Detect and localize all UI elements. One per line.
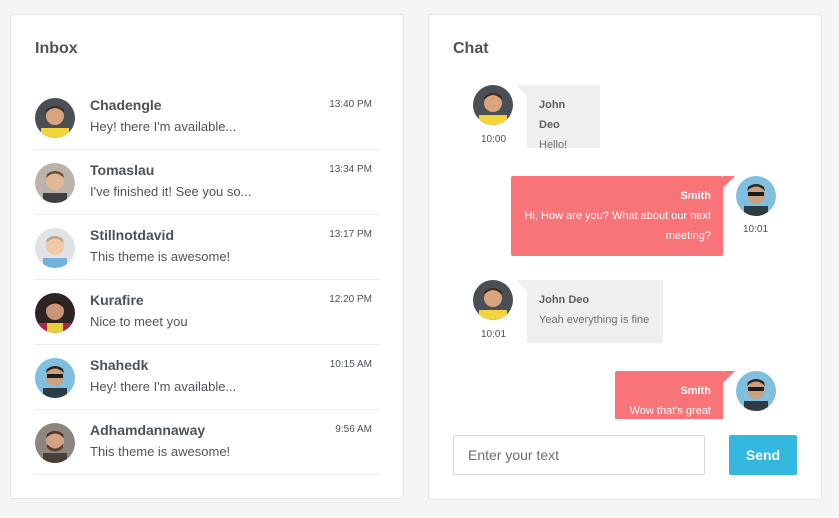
- message-text: meeting?: [665, 230, 711, 242]
- avatar-icon: [35, 98, 75, 138]
- message-time: 10:01: [743, 224, 769, 235]
- message-sender: John Deo: [539, 294, 590, 306]
- chat-message-incoming: John Deo Yeah everything is fine: [527, 280, 663, 343]
- inbox-item-time: 13:40 PM: [329, 99, 372, 110]
- avatar-icon: [473, 85, 513, 125]
- inbox-item-message: Hey! there I'm available...: [90, 379, 237, 394]
- inbox-item[interactable]: Kurafire Nice to meet you 12:20 PM: [35, 280, 380, 345]
- inbox-item-name: Chadengle: [90, 97, 162, 113]
- inbox-item-message: This theme is awesome!: [90, 249, 231, 264]
- inbox-item[interactable]: Tomaslau I've finished it! See you so...…: [35, 150, 380, 215]
- message-text: Hi, How are you? What about our next: [524, 210, 711, 222]
- bubble-tail: [723, 176, 735, 188]
- message-time: 10:00: [481, 134, 507, 145]
- inbox-item-time: 9:56 AM: [335, 424, 372, 435]
- chat-message-outgoing: Smith Hi, How are you? What about our ne…: [511, 176, 723, 256]
- inbox-item[interactable]: Shahedk Hey! there I'm available... 10:1…: [35, 345, 380, 410]
- message-text: Wow that's great: [629, 405, 711, 417]
- avatar-icon: [35, 293, 75, 333]
- message-text: Hello!: [539, 139, 568, 151]
- inbox-item[interactable]: Chadengle Hey! there I'm available... 13…: [35, 85, 380, 150]
- avatar-icon: [736, 371, 776, 411]
- inbox-item-message: Hey! there I'm available...: [90, 119, 237, 134]
- chat-message-incoming: John Deo Hello!: [527, 85, 600, 151]
- inbox-item-name: Tomaslau: [90, 162, 155, 178]
- avatar-icon: [736, 176, 776, 216]
- message-sender: Smith: [680, 190, 711, 202]
- chat-conversation[interactable]: 10:00 John Deo Hello! Smith Hi, How are …: [429, 75, 821, 419]
- message-text: Yeah everything is fine: [539, 314, 650, 326]
- inbox-item[interactable]: Adhamdannaway This theme is awesome! 9:5…: [35, 410, 380, 475]
- inbox-item-message: Nice to meet you: [90, 314, 188, 329]
- bubble-tail: [723, 371, 735, 383]
- inbox-item-message: I've finished it! See you so...: [90, 184, 252, 199]
- inbox-item-time: 13:34 PM: [329, 164, 372, 175]
- avatar-icon: [35, 163, 75, 203]
- chat-panel: Chat 10:00 John Deo Hello! Smith Hi, How…: [428, 14, 822, 500]
- inbox-item-time: 12:20 PM: [329, 294, 372, 305]
- inbox-list: Chadengle Hey! there I'm available... 13…: [35, 85, 380, 475]
- chat-text-input[interactable]: [453, 435, 705, 475]
- chat-title: Chat: [453, 40, 489, 57]
- chat-message-outgoing: Smith Wow that's great: [615, 371, 723, 419]
- send-button[interactable]: Send: [729, 435, 797, 475]
- message-time: 10:01: [481, 329, 507, 340]
- message-sender: Smith: [680, 385, 711, 397]
- inbox-item-time: 10:15 AM: [329, 359, 372, 370]
- inbox-panel: Inbox Chadengle Hey! there I'm available…: [10, 14, 404, 499]
- inbox-item-name: Adhamdannaway: [90, 422, 206, 438]
- message-sender: John Deo: [539, 99, 566, 131]
- inbox-item-time: 13:17 PM: [329, 229, 372, 240]
- inbox-title: Inbox: [35, 40, 78, 57]
- inbox-item-name: Shahedk: [90, 357, 149, 373]
- inbox-item-name: Kurafire: [90, 292, 144, 308]
- inbox-item-message: This theme is awesome!: [90, 444, 231, 459]
- avatar-icon: [473, 280, 513, 320]
- avatar-icon: [35, 228, 75, 268]
- avatar-icon: [35, 423, 75, 463]
- inbox-item[interactable]: Stillnotdavid This theme is awesome! 13:…: [35, 215, 380, 280]
- avatar-icon: [35, 358, 75, 398]
- inbox-item-name: Stillnotdavid: [90, 227, 174, 243]
